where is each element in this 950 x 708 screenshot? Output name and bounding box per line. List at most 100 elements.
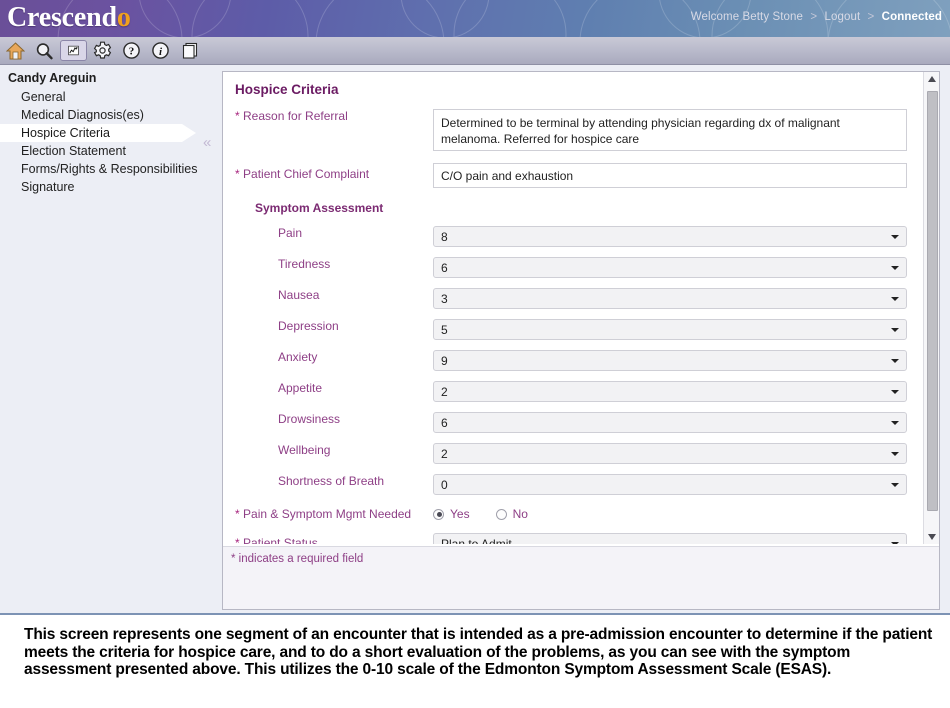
appetite-value: 2 [441, 385, 448, 399]
scroll-up-icon[interactable] [924, 72, 939, 86]
wellbeing-select[interactable]: 2 [433, 443, 907, 464]
label-text: Patient Status [243, 536, 318, 544]
radio-no[interactable] [495, 508, 507, 520]
field-row-wellbeing: Wellbeing 2 [223, 443, 923, 464]
nausea-value: 3 [441, 292, 448, 306]
sidebar-item-label: General [21, 90, 66, 104]
drowsiness-value: 6 [441, 416, 448, 430]
logo-accent-letter: o [116, 2, 131, 33]
scrollbar-thumb[interactable] [927, 91, 938, 511]
shortness-of-breath-select[interactable]: 0 [433, 474, 907, 495]
caption-text: This screen represents one segment of an… [24, 626, 933, 678]
anxiety-select[interactable]: 9 [433, 350, 907, 371]
separator-1: > [810, 11, 818, 23]
form-scrollbar[interactable] [923, 72, 939, 544]
required-asterisk: * [235, 109, 240, 123]
radio-no-label: No [512, 507, 528, 521]
chevron-down-icon [891, 297, 899, 301]
tiredness-select[interactable]: 6 [433, 257, 907, 278]
pain-symptom-mgmt-radio-group: Yes No [433, 507, 528, 521]
main-toolbar: ? i [0, 37, 950, 65]
pages-icon[interactable] [176, 38, 203, 63]
symptom-assessment-header: Symptom Assessment [255, 201, 384, 215]
sidebar-item-medical-diagnoses[interactable]: Medical Diagnosis(es) [0, 106, 200, 124]
chevron-down-icon [891, 359, 899, 363]
field-row-appetite: Appetite 2 [223, 381, 923, 402]
label-text: Reason for Referral [243, 109, 348, 123]
required-asterisk: * [235, 167, 240, 181]
welcome-text: Welcome Betty Stone [690, 11, 804, 23]
app-logo[interactable]: Crescendo [7, 2, 131, 34]
content-area: Candy Areguin General Medical Diagnosis(… [0, 65, 950, 615]
gear-icon[interactable] [89, 38, 116, 63]
sidebar-item-signature[interactable]: Signature [0, 178, 200, 196]
reason-for-referral-input[interactable]: Determined to be terminal by attending p… [433, 109, 907, 151]
radio-yes-label: Yes [450, 507, 470, 521]
info-icon[interactable]: i [147, 38, 174, 63]
collapse-sidebar-chevron-left-icon[interactable]: « [203, 135, 211, 150]
required-field-note: * indicates a required field [231, 553, 364, 565]
appetite-select[interactable]: 2 [433, 381, 907, 402]
chart-icon[interactable] [60, 40, 87, 61]
patient-chief-complaint-label: * Patient Chief Complaint [223, 163, 433, 181]
chevron-down-icon [891, 421, 899, 425]
wellbeing-value: 2 [441, 447, 448, 461]
pain-symptom-mgmt-label: * Pain & Symptom Mgmt Needed [223, 507, 433, 521]
pain-value: 8 [441, 230, 448, 244]
navigation-sidebar: Candy Areguin General Medical Diagnosis(… [0, 65, 200, 615]
sidebar-item-hospice-criteria[interactable]: Hospice Criteria [0, 124, 200, 142]
field-row-pain: Pain 8 [223, 226, 923, 247]
radio-yes[interactable] [433, 508, 444, 520]
nausea-select[interactable]: 3 [433, 288, 907, 309]
depression-select[interactable]: 5 [433, 319, 907, 340]
separator-2: > [867, 11, 875, 23]
sidebar-item-general[interactable]: General [0, 88, 200, 106]
depression-value: 5 [441, 323, 448, 337]
patient-chief-complaint-input[interactable]: C/O pain and exhaustion [433, 163, 907, 188]
field-row-patient-status: * Patient Status Plan to Admit [223, 533, 923, 544]
form-scroll-region: Hospice Criteria * Reason for Referral D… [223, 72, 923, 544]
tiredness-label: Tiredness [278, 257, 331, 271]
form-panel: Hospice Criteria * Reason for Referral D… [222, 71, 940, 610]
reason-for-referral-label: * Reason for Referral [223, 109, 433, 123]
field-row-shortness-of-breath: Shortness of Breath 0 [223, 474, 923, 495]
required-field-note-area: * indicates a required field [223, 546, 939, 609]
sidebar-item-label: Election Statement [21, 144, 126, 158]
chevron-down-icon [891, 542, 899, 544]
caption-area: This screen represents one segment of an… [0, 620, 950, 708]
home-icon[interactable] [2, 38, 29, 63]
svg-text:?: ? [129, 46, 135, 58]
chevron-down-icon [891, 328, 899, 332]
help-icon[interactable]: ? [118, 38, 145, 63]
depression-label: Depression [278, 319, 339, 333]
scroll-down-icon[interactable] [924, 530, 939, 544]
application-window: Crescendo Welcome Betty Stone > Logout >… [0, 0, 950, 615]
chevron-down-icon [891, 452, 899, 456]
chevron-down-icon [891, 235, 899, 239]
pain-select[interactable]: 8 [433, 226, 907, 247]
required-asterisk: * [235, 536, 240, 544]
patient-status-select[interactable]: Plan to Admit [433, 533, 907, 544]
anxiety-label: Anxiety [278, 350, 318, 364]
shortness-of-breath-value: 0 [441, 478, 448, 492]
field-row-pain-symptom-mgmt: * Pain & Symptom Mgmt Needed Yes No [223, 507, 923, 521]
drowsiness-label: Drowsiness [278, 412, 341, 426]
drowsiness-select[interactable]: 6 [433, 412, 907, 433]
sidebar-item-forms-rights-responsibilities[interactable]: Forms/Rights & Responsibilities [0, 160, 200, 178]
patient-status-value: Plan to Admit [441, 537, 512, 544]
field-row-drowsiness: Drowsiness 6 [223, 412, 923, 433]
logo-text: Crescend [7, 2, 117, 33]
nausea-label: Nausea [278, 288, 320, 302]
field-row-reason-for-referral: * Reason for Referral Determined to be t… [223, 109, 923, 151]
screenshot-divider [0, 613, 950, 615]
search-icon[interactable] [31, 38, 58, 63]
page-title: Hospice Criteria [235, 82, 339, 97]
field-row-depression: Depression 5 [223, 319, 923, 340]
required-asterisk: * [235, 507, 240, 521]
connection-status: Connected [881, 11, 942, 23]
field-row-anxiety: Anxiety 9 [223, 350, 923, 371]
logout-link[interactable]: Logout [824, 11, 860, 23]
field-row-nausea: Nausea 3 [223, 288, 923, 309]
field-row-patient-chief-complaint: * Patient Chief Complaint C/O pain and e… [223, 163, 923, 188]
sidebar-item-election-statement[interactable]: Election Statement [0, 142, 200, 160]
